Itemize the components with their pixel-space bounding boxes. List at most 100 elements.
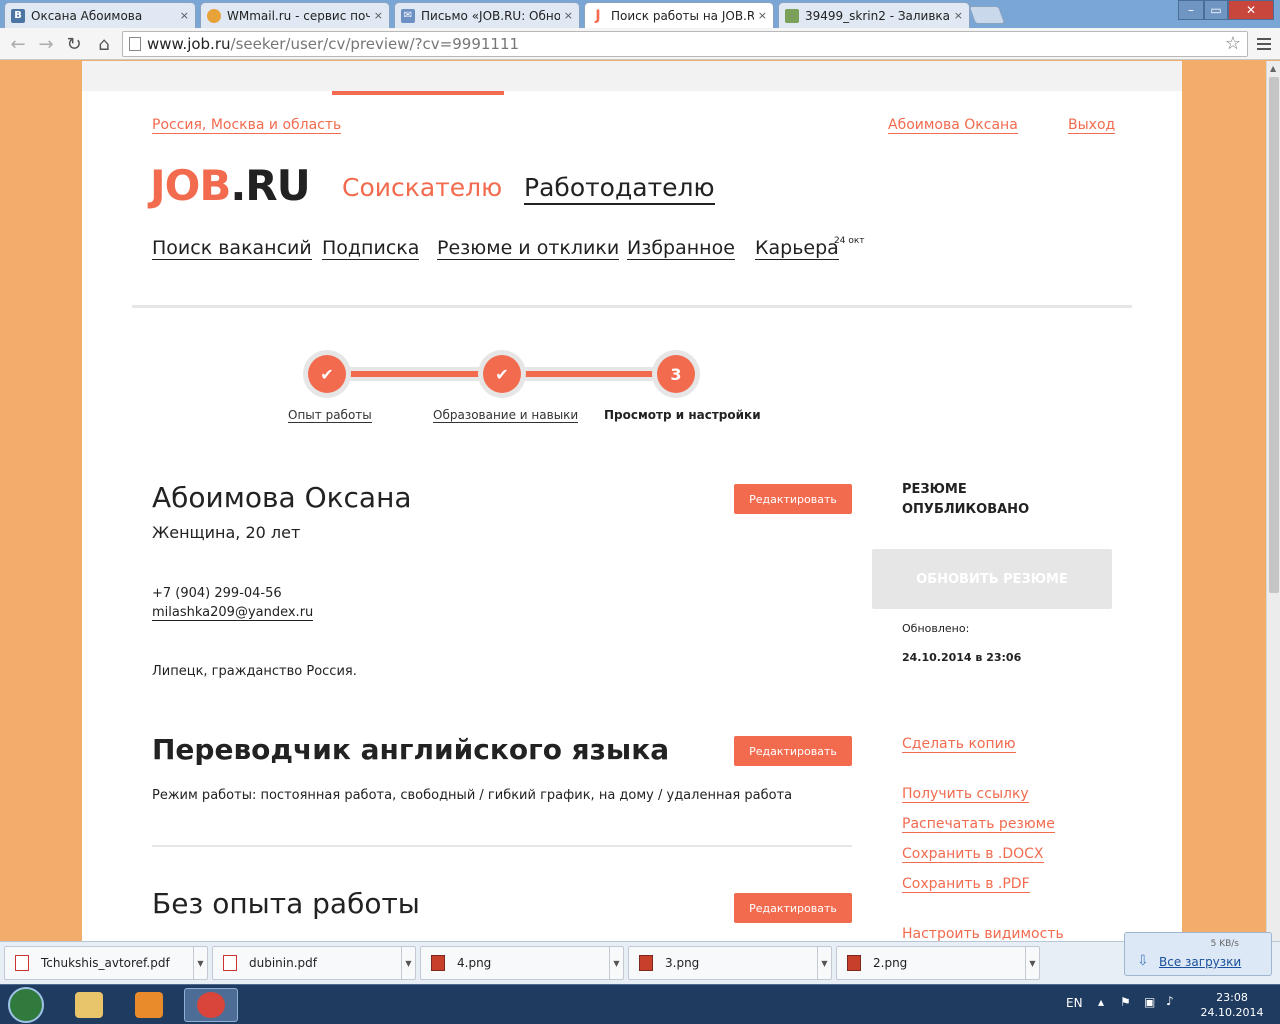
- network-icon[interactable]: ▣: [1144, 995, 1155, 1009]
- nav-resumes-responses[interactable]: Резюме и отклики: [437, 237, 620, 260]
- download-filename: 2.png: [873, 956, 908, 970]
- resume-gender-age: Женщина, 20 лет: [152, 523, 301, 542]
- visibility-settings-link[interactable]: Настроить видимость: [902, 926, 1064, 941]
- tab-wmmail[interactable]: WMmail.ru - сервис почт ×: [200, 2, 390, 28]
- nav-subscription[interactable]: Подписка: [322, 237, 420, 260]
- download-item[interactable]: Tchukshis_avtoref.pdf ▼: [4, 946, 208, 980]
- nav-vacancy-search[interactable]: Поиск вакансий: [152, 237, 312, 260]
- employer-section-link[interactable]: Работодателю: [524, 173, 715, 205]
- accent-bar: [332, 91, 504, 95]
- windows-taskbar: EN ▴ ⚑ ▣ ♪ 23:08 24.10.2014: [0, 984, 1280, 1024]
- maximize-button[interactable]: ▭: [1204, 0, 1228, 20]
- download-arrow-icon: ⇩: [1137, 953, 1149, 969]
- language-indicator[interactable]: EN: [1066, 996, 1083, 1010]
- step-2[interactable]: ✔: [478, 350, 526, 398]
- reload-icon[interactable]: ↻: [62, 32, 86, 56]
- close-icon[interactable]: ×: [954, 9, 963, 22]
- home-icon[interactable]: ⌂: [92, 32, 116, 56]
- seeker-section-link[interactable]: Соискателю: [342, 173, 502, 202]
- close-icon[interactable]: ×: [374, 9, 383, 22]
- nav-favorites[interactable]: Избранное: [627, 237, 735, 260]
- flag-icon[interactable]: ⚑: [1120, 995, 1131, 1009]
- chevron-down-icon[interactable]: ▼: [609, 947, 623, 979]
- user-profile-link[interactable]: Абоимова Оксана: [888, 117, 1018, 134]
- page-sheet: Россия, Москва и область Абоимова Оксана…: [82, 61, 1182, 941]
- back-icon[interactable]: ←: [6, 32, 30, 56]
- download-item[interactable]: 3.png ▼: [628, 946, 832, 980]
- chevron-down-icon[interactable]: ▼: [193, 947, 207, 979]
- edit-position-button[interactable]: Редактировать: [734, 736, 852, 766]
- get-link-link[interactable]: Получить ссылку: [902, 786, 1029, 803]
- step-label-education[interactable]: Образование и навыки: [433, 408, 579, 423]
- download-item[interactable]: dubinin.pdf ▼: [212, 946, 416, 980]
- resume-position: Переводчик английского языка: [152, 733, 670, 766]
- nav-career[interactable]: Карьера: [755, 237, 839, 260]
- resume-status: РЕЗЮМЕ ОПУБЛИКОВАНО: [902, 482, 1030, 517]
- url-host: www.job.ru: [147, 35, 231, 53]
- mail-icon: ✉: [401, 8, 415, 23]
- save-docx-link[interactable]: Сохранить в .DOCX: [902, 846, 1044, 863]
- image-host-icon: [785, 8, 799, 23]
- new-tab-button[interactable]: [968, 6, 1006, 24]
- minimize-button[interactable]: –: [1178, 0, 1204, 20]
- resume-name: Абоимова Оксана: [152, 481, 412, 514]
- tab-jobru[interactable]: J Поиск работы на JOB.RU ×: [584, 2, 774, 28]
- download-bar: Tchukshis_avtoref.pdf ▼ dubinin.pdf ▼ 4.…: [0, 941, 1280, 984]
- header-divider: [132, 305, 1132, 308]
- chevron-down-icon[interactable]: ▼: [817, 947, 831, 979]
- resume-phone: +7 (904) 299-04-56: [152, 586, 282, 601]
- jobru-logo[interactable]: JOB.RU: [150, 161, 311, 210]
- save-pdf-link[interactable]: Сохранить в .PDF: [902, 876, 1030, 893]
- scrollbar-thumb[interactable]: [1269, 77, 1279, 593]
- step-number: 3: [657, 355, 695, 393]
- close-window-button[interactable]: ✕: [1228, 0, 1274, 20]
- region-link[interactable]: Россия, Москва и область: [152, 117, 342, 134]
- edit-experience-button[interactable]: Редактировать: [734, 893, 852, 923]
- system-clock[interactable]: 23:08 24.10.2014: [1196, 990, 1268, 1020]
- start-button[interactable]: [8, 987, 44, 1023]
- tab-mail[interactable]: ✉ Письмо «JOB.RU: Обнов ×: [394, 2, 580, 28]
- chevron-down-icon[interactable]: ▼: [1025, 947, 1039, 979]
- download-filename: 3.png: [665, 956, 700, 970]
- logo-job: JOB: [150, 161, 231, 210]
- scroll-up-icon[interactable]: ▲: [1270, 64, 1276, 73]
- refresh-resume-button[interactable]: ОБНОВИТЬ РЕЗЮМЕ: [872, 549, 1112, 609]
- download-item[interactable]: 4.png ▼: [420, 946, 624, 980]
- address-bar[interactable]: www.job.ru/seeker/user/cv/preview/?cv=99…: [122, 31, 1248, 57]
- career-date-badge: 24 окт: [834, 236, 865, 246]
- jobru-icon: J: [591, 8, 605, 24]
- tab-vk[interactable]: В Оксана Абоимова ×: [4, 2, 196, 28]
- browser-menu-icon[interactable]: [1254, 33, 1274, 55]
- download-filename: dubinin.pdf: [249, 956, 317, 970]
- check-icon: ✔: [308, 355, 346, 393]
- forward-icon[interactable]: →: [34, 32, 58, 56]
- page-icon: [129, 37, 141, 51]
- download-rate: 5 KB/s: [1210, 939, 1239, 949]
- edit-personal-button[interactable]: Редактировать: [734, 484, 852, 514]
- make-copy-link[interactable]: Сделать копию: [902, 736, 1016, 753]
- tray-arrow-icon[interactable]: ▴: [1098, 995, 1104, 1009]
- tab-label: WMmail.ru - сервис почт: [227, 8, 370, 23]
- logout-link[interactable]: Выход: [1068, 117, 1116, 134]
- tab-image-host[interactable]: 39499_skrin2 - Заливка уд ×: [778, 2, 970, 28]
- print-resume-link[interactable]: Распечатать резюме: [902, 816, 1055, 833]
- download-item[interactable]: 2.png ▼: [836, 946, 1040, 980]
- volume-icon[interactable]: ♪: [1166, 994, 1174, 1008]
- wmmail-icon: [207, 8, 221, 23]
- page-scrollbar[interactable]: ▲: [1266, 61, 1280, 941]
- image-file-icon: [431, 955, 445, 971]
- step-label-experience[interactable]: Опыт работы: [288, 408, 372, 423]
- step-1[interactable]: ✔: [303, 350, 351, 398]
- all-downloads-link[interactable]: Все загрузки: [1159, 955, 1241, 969]
- taskbar-explorer[interactable]: [62, 988, 116, 1022]
- resume-email-link[interactable]: milashka209@yandex.ru: [152, 605, 314, 621]
- image-file-icon: [847, 955, 861, 971]
- close-icon[interactable]: ×: [180, 9, 189, 22]
- download-filename: 4.png: [457, 956, 492, 970]
- chevron-down-icon[interactable]: ▼: [401, 947, 415, 979]
- taskbar-chrome[interactable]: [184, 988, 238, 1022]
- bookmark-star-icon[interactable]: ☆: [1225, 33, 1241, 54]
- close-icon[interactable]: ×: [564, 9, 573, 22]
- close-icon[interactable]: ×: [758, 9, 767, 22]
- taskbar-media-player[interactable]: [122, 988, 176, 1022]
